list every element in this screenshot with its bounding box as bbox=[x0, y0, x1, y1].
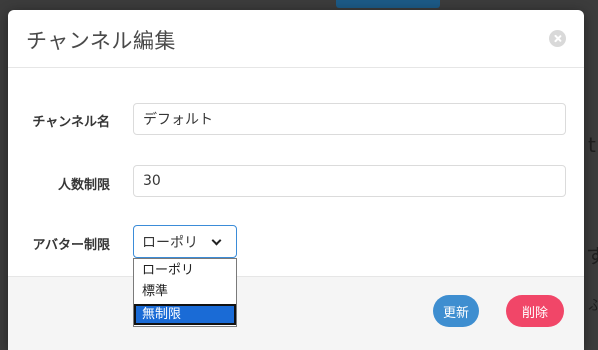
avatar-limit-selected-value: ローポリ bbox=[142, 235, 198, 251]
avatar-limit-select[interactable]: ローポリ bbox=[133, 225, 237, 258]
edit-channel-modal: チャンネル編集 チャンネル名 人数制限 アバター制限 ローポリ 更新 削除 bbox=[8, 10, 584, 350]
modal-footer bbox=[8, 276, 584, 350]
dropdown-option-unlimited[interactable]: 無制限 bbox=[134, 304, 236, 325]
modal-header: チャンネル編集 bbox=[8, 10, 584, 68]
channel-name-label: チャンネル名 bbox=[32, 115, 110, 130]
background-text-fragment: す bbox=[586, 244, 598, 268]
modal-title: チャンネル編集 bbox=[26, 29, 176, 53]
update-button[interactable]: 更新 bbox=[433, 295, 479, 327]
background-text-fragment: ふ bbox=[588, 298, 598, 314]
user-limit-label: 人数制限 bbox=[57, 178, 110, 193]
delete-button[interactable]: 削除 bbox=[506, 295, 564, 327]
channel-name-input[interactable] bbox=[133, 103, 566, 135]
background-text-fragment: t bbox=[588, 133, 596, 157]
close-icon[interactable] bbox=[549, 30, 566, 47]
dropdown-option-lowpoly[interactable]: ローポリ bbox=[134, 260, 236, 281]
user-limit-input[interactable] bbox=[133, 165, 566, 197]
avatar-limit-dropdown-list: ローポリ 標準 無制限 bbox=[133, 258, 237, 327]
dropdown-option-standard[interactable]: 標準 bbox=[134, 281, 236, 302]
background-download-button bbox=[336, 0, 440, 8]
chevron-down-icon bbox=[211, 235, 222, 246]
avatar-limit-label: アバター制限 bbox=[32, 238, 110, 253]
